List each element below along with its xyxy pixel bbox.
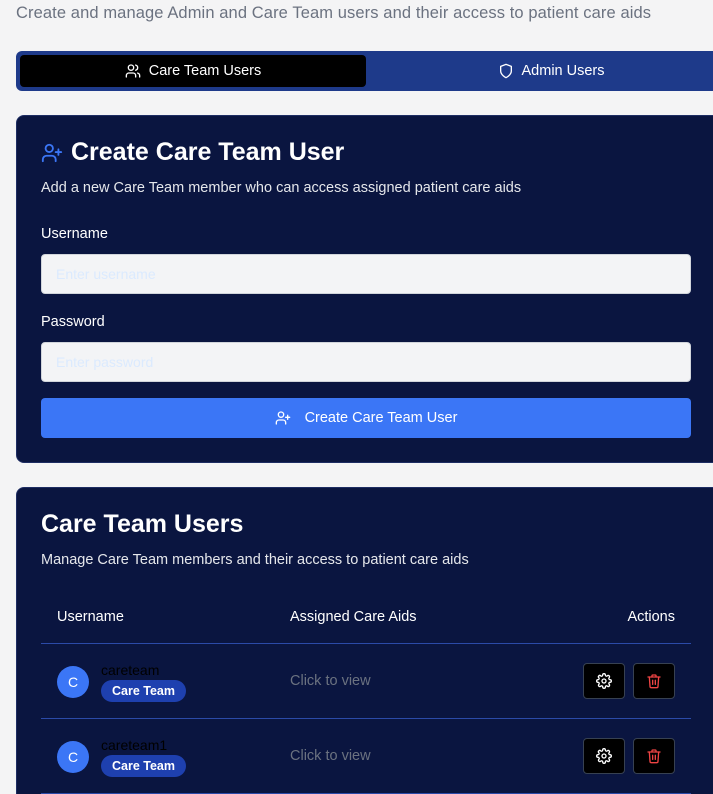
role-badge: Care Team	[101, 680, 186, 702]
users-table: Username Assigned Care Aids Actions C ca…	[41, 598, 691, 794]
page-subtitle: Create and manage Admin and Care Team us…	[16, 4, 652, 22]
users-icon	[125, 64, 141, 78]
trash-icon	[647, 674, 661, 689]
column-header-assigned-care-aids: Assigned Care Aids	[290, 609, 417, 625]
gear-icon	[596, 673, 612, 689]
card-title-text: Create Care Team User	[71, 138, 345, 166]
create-user-title: Create Care Team User	[41, 138, 344, 167]
create-user-description: Add a new Care Team member who can acces…	[41, 180, 522, 196]
tab-care-team-users[interactable]: Care Team Users	[20, 55, 366, 87]
username-text: careteam1	[101, 737, 168, 753]
create-button-label: Create Care Team User	[304, 410, 458, 426]
create-user-card: Create Care Team User Add a new Care Tea…	[16, 115, 713, 463]
view-care-aids-link[interactable]: Click to view	[290, 673, 371, 689]
table-header: Username Assigned Care Aids Actions	[41, 598, 691, 644]
avatar: C	[57, 741, 89, 773]
tab-admin-users[interactable]: Admin Users	[366, 55, 713, 87]
create-user-button[interactable]: Create Care Team User	[41, 398, 691, 438]
username-text: careteam	[101, 662, 160, 678]
password-label: Password	[41, 314, 105, 330]
role-badge: Care Team	[101, 755, 186, 777]
tab-label: Admin Users	[521, 63, 605, 79]
password-input[interactable]	[41, 342, 691, 382]
delete-button[interactable]	[633, 663, 675, 699]
user-type-tabs: Care Team Users Admin Users	[16, 51, 713, 91]
column-header-username: Username	[57, 609, 124, 625]
gear-icon	[596, 748, 612, 764]
card-title-text: Care Team Users	[41, 510, 244, 538]
username-label: Username	[41, 226, 108, 242]
delete-button[interactable]	[633, 738, 675, 774]
users-table-title: Care Team Users	[41, 510, 243, 539]
username-input[interactable]	[41, 254, 691, 294]
avatar: C	[57, 666, 89, 698]
column-header-actions: Actions	[627, 609, 675, 625]
users-table-card: Care Team Users Manage Care Team members…	[16, 487, 713, 794]
shield-icon	[499, 63, 512, 79]
trash-icon	[647, 749, 661, 764]
settings-button[interactable]	[583, 663, 625, 699]
user-plus-icon	[275, 411, 290, 425]
table-row: C careteam1 Care Team Click to view	[41, 719, 691, 794]
view-care-aids-link[interactable]: Click to view	[290, 748, 371, 764]
tab-label: Care Team Users	[148, 63, 262, 79]
users-table-description: Manage Care Team members and their acces…	[41, 552, 469, 568]
settings-button[interactable]	[583, 738, 625, 774]
table-row: C careteam Care Team Click to view	[41, 644, 691, 719]
user-plus-icon	[41, 143, 63, 162]
